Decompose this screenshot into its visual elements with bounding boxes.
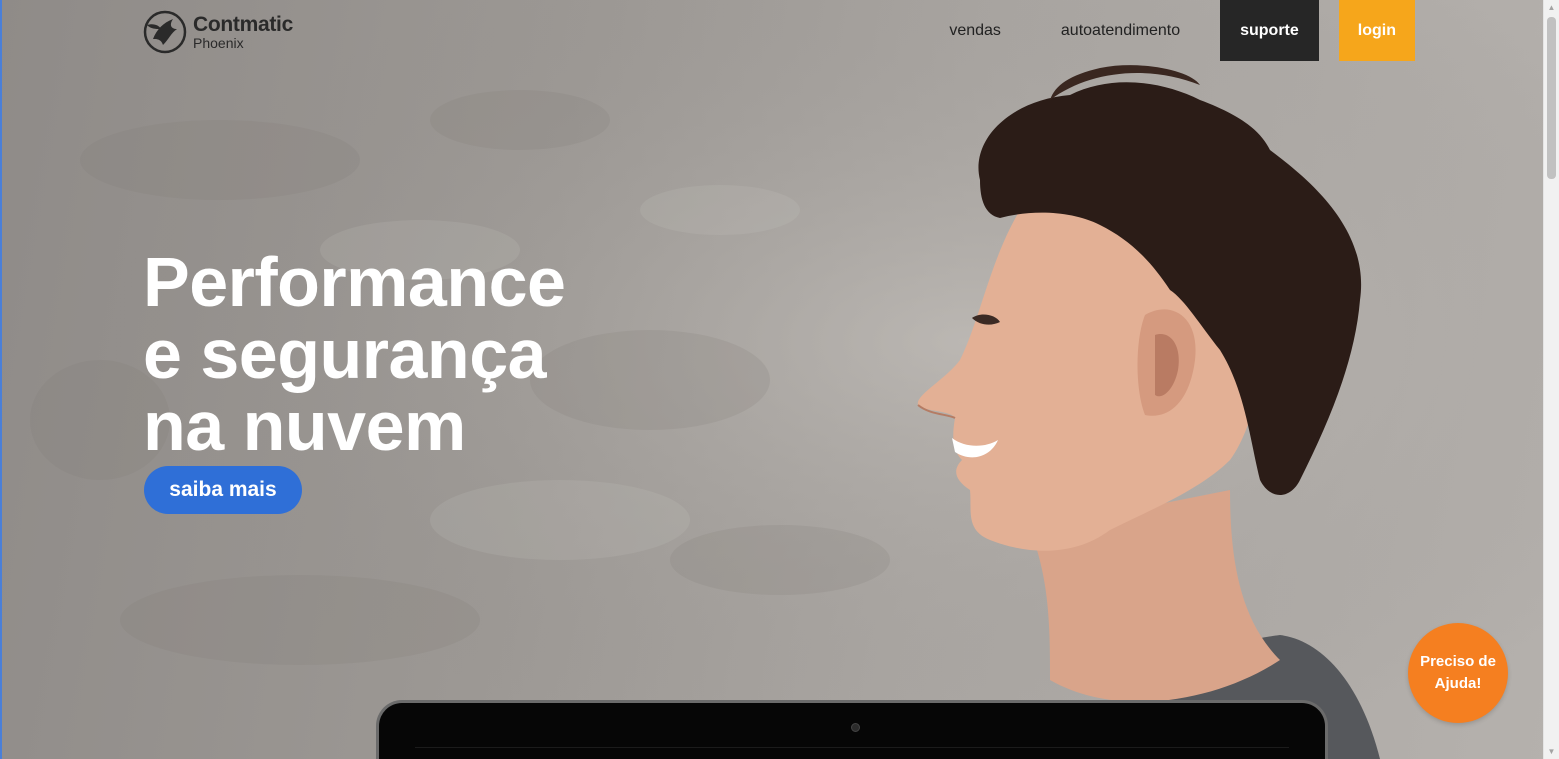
help-chat-label: Preciso de Ajuda! [1420, 653, 1496, 692]
page-scrollbar[interactable]: ▲ ▼ [1543, 0, 1559, 759]
brand-name: Contmatic [193, 13, 293, 36]
saiba-mais-button[interactable]: saiba mais [144, 466, 302, 514]
laptop-screen [415, 747, 1289, 759]
window-edge [0, 0, 2, 759]
hero-headline-line-1: Performance [143, 243, 566, 321]
phoenix-icon [143, 10, 187, 54]
laptop-camera [851, 723, 860, 732]
brand-logo[interactable]: Contmatic Phoenix [143, 9, 293, 55]
nav-item-suporte[interactable]: suporte [1220, 0, 1319, 61]
main-nav: vendas autoatendimento suporte login [919, 0, 1415, 61]
nav-item-vendas[interactable]: vendas [919, 0, 1031, 61]
nav-item-autoatendimento[interactable]: autoatendimento [1031, 0, 1210, 61]
laptop-image [376, 700, 1328, 759]
brand-subname: Phoenix [193, 35, 244, 51]
help-chat-button[interactable]: Preciso de Ajuda! [1408, 623, 1508, 723]
landing-page: Contmatic Phoenix vendas autoatendimento… [0, 0, 1559, 759]
scroll-down-arrow-icon[interactable]: ▼ [1544, 744, 1559, 759]
hero-headline: Performance e segurança na nuvem [143, 243, 566, 465]
scrollbar-thumb[interactable] [1547, 17, 1556, 179]
hero-headline-line-3: na nuvem [143, 387, 466, 465]
nav-item-login[interactable]: login [1338, 0, 1415, 61]
scroll-up-arrow-icon[interactable]: ▲ [1544, 0, 1559, 15]
hero-headline-line-2: e segurança [143, 315, 547, 393]
hero-person-image [900, 60, 1400, 759]
